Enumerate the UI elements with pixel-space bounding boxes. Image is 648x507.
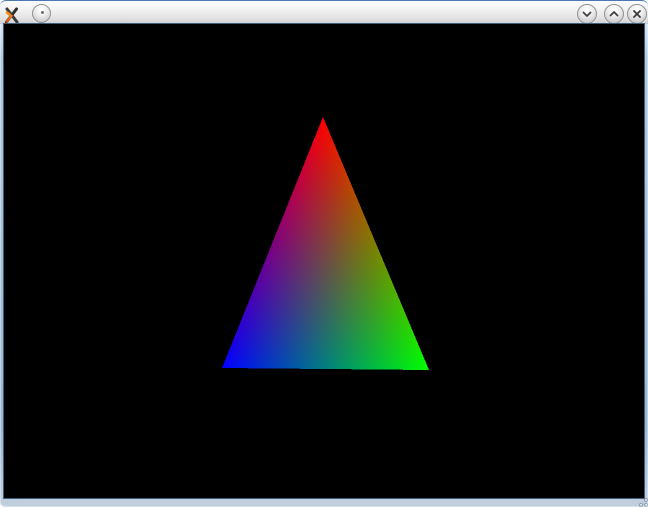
gl-canvas	[4, 24, 644, 498]
chevron-up-icon	[605, 5, 623, 23]
xorg-x-logo-icon[interactable]	[3, 7, 20, 24]
screenshot-root	[0, 0, 648, 507]
grip-dot	[640, 504, 642, 506]
gl-viewport	[4, 24, 644, 498]
close-icon	[628, 5, 646, 23]
window-frame	[0, 0, 648, 507]
dot-icon	[41, 11, 44, 14]
maximize-button[interactable]	[604, 4, 624, 24]
grip-dot	[645, 499, 647, 501]
resize-grip[interactable]	[639, 498, 647, 506]
close-button[interactable]	[627, 4, 647, 24]
keep-on-all-desktops-button[interactable]	[32, 4, 51, 23]
minimize-button[interactable]	[577, 4, 597, 24]
titlebar[interactable]	[0, 0, 648, 24]
grip-dot	[645, 504, 647, 506]
chevron-down-icon	[578, 5, 596, 23]
